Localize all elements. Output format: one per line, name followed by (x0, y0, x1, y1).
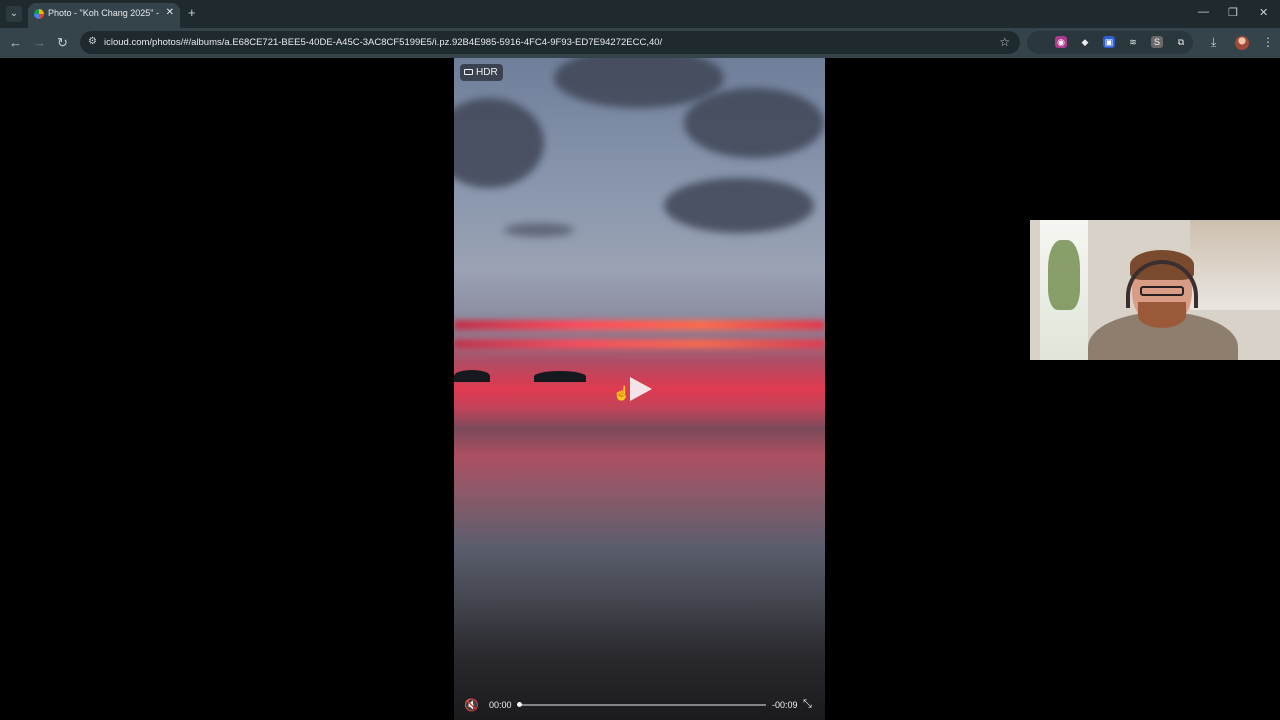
bookmark-star-icon[interactable]: ☆ (999, 35, 1010, 49)
cloud (454, 98, 544, 188)
cloud (684, 88, 824, 158)
minimize-button[interactable]: — (1198, 6, 1209, 18)
extension-3-icon[interactable]: ▣ (1103, 36, 1115, 48)
sunset-video[interactable]: HDR ☝ 🔇 00:00 -00:09 ⤡ (454, 58, 825, 720)
cloud (664, 178, 814, 233)
browser-toolbar: ← → ↻ ⚙ icloud.com/photos/#/albums/a.E68… (0, 28, 1280, 58)
kebab-menu-icon[interactable]: ⋮ (1262, 35, 1274, 49)
sunset-glow (454, 320, 825, 330)
download-icon[interactable]: ⤓ (1211, 35, 1216, 50)
icloud-photos-favicon-icon (34, 9, 44, 19)
webcam-overlay (1030, 220, 1280, 360)
tab-search-button[interactable]: ⌄ (6, 6, 22, 22)
address-bar[interactable]: ⚙ icloud.com/photos/#/albums/a.E68CE721-… (80, 31, 1020, 54)
window-close-button[interactable]: ✕ (1259, 6, 1268, 19)
hdr-label: HDR (476, 67, 498, 78)
url-text[interactable]: icloud.com/photos/#/albums/a.E68CE721-BE… (104, 37, 662, 48)
play-button[interactable] (630, 377, 652, 401)
new-tab-button[interactable]: + (188, 5, 196, 20)
extension-5-icon[interactable]: S (1151, 36, 1163, 48)
back-button[interactable]: ← (9, 35, 22, 50)
island (454, 370, 490, 382)
reload-button[interactable]: ↻ (57, 35, 68, 51)
extensions-tray: ◉ ◆ ▣ ≋ S ⧉ (1027, 31, 1193, 54)
photo-viewer: HDR ☝ 🔇 00:00 -00:09 ⤡ (0, 58, 1280, 720)
site-info-icon[interactable]: ⚙ (88, 36, 97, 47)
hand-cursor-icon: ☝ (613, 385, 631, 401)
webcam-shelf (1190, 220, 1280, 310)
tab-photo[interactable]: Photo - "Koh Chang 2025" - iCl ✕ (28, 3, 180, 28)
mute-button[interactable]: 🔇 (464, 698, 479, 712)
scrubber-handle[interactable] (517, 702, 522, 707)
extension-4-icon[interactable]: ≋ (1127, 36, 1139, 48)
webcam-beard (1138, 302, 1186, 328)
cloud (504, 223, 574, 237)
forward-button[interactable]: → (33, 35, 46, 50)
close-icon[interactable]: ✕ (166, 7, 174, 18)
remaining-time: -00:09 (772, 700, 798, 710)
hdr-badge: HDR (460, 64, 503, 81)
profile-avatar[interactable] (1235, 36, 1249, 50)
extensions-puzzle-icon[interactable]: ⧉ (1175, 36, 1187, 48)
fullscreen-button[interactable]: ⤡ (803, 698, 812, 711)
current-time: 00:00 (489, 700, 512, 710)
tab-bar: ⌄ Photo - "Koh Chang 2025" - iCl ✕ + — ❐… (0, 0, 1280, 28)
video-controls: 🔇 00:00 -00:09 ⤡ (454, 694, 825, 716)
webcam-glasses (1140, 286, 1184, 296)
island (534, 371, 586, 382)
progress-scrubber[interactable] (517, 702, 766, 707)
restore-button[interactable]: ❐ (1228, 6, 1238, 19)
webcam-plant (1048, 240, 1080, 310)
extension-2-icon[interactable]: ◆ (1079, 36, 1091, 48)
sunset-glow (454, 340, 825, 348)
display-icon (464, 69, 473, 75)
tab-title: Photo - "Koh Chang 2025" - iCl (48, 8, 160, 18)
extension-1-icon[interactable]: ◉ (1055, 36, 1067, 48)
